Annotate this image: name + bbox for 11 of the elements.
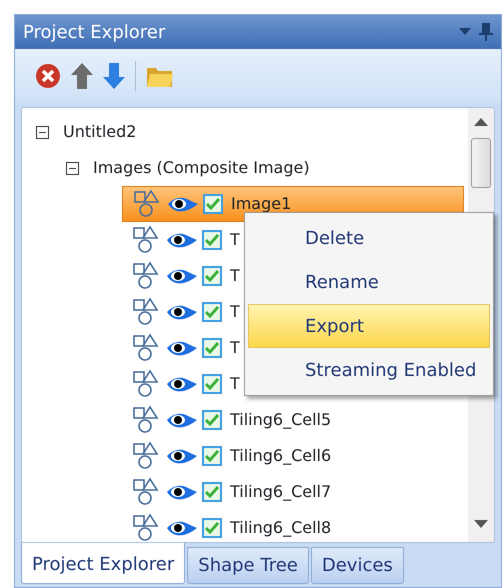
item-label: T	[230, 229, 240, 251]
item-label: Tiling6_Cell5	[230, 409, 332, 431]
panel-title: Project Explorer	[23, 20, 166, 44]
item-label: T	[230, 373, 240, 395]
item-label: Tiling6_Cell6	[230, 445, 332, 467]
item-label: T	[230, 337, 240, 359]
item-label: Image1	[231, 193, 292, 215]
item-label: T	[230, 301, 240, 323]
item-label: Tiling6_Cell8	[230, 517, 332, 539]
item-label: T	[230, 265, 240, 287]
item-label: Tiling6_Cell7	[230, 481, 332, 503]
